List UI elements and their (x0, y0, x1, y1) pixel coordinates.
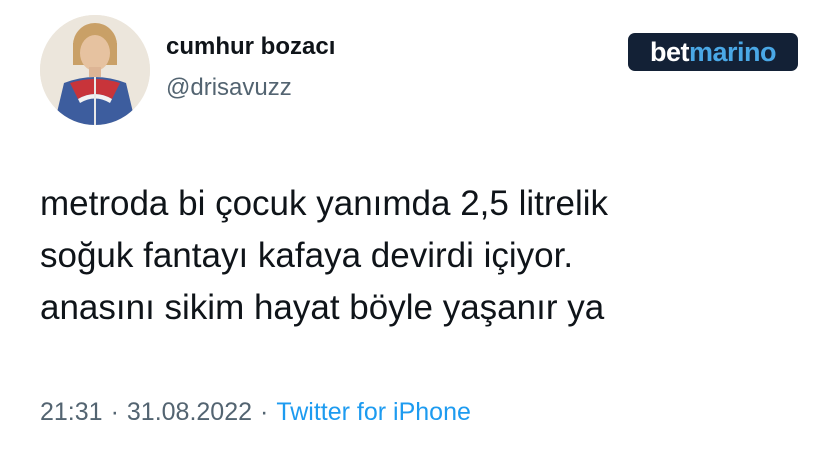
tweet-source-link[interactable]: Twitter for iPhone (276, 398, 471, 426)
profile-photo-icon (40, 15, 150, 125)
tweet-text-line: soğuk fantayı kafaya devirdi içiyor. (40, 236, 574, 275)
tweet-text-line: anasını sikim hayat böyle yaşanır ya (40, 288, 605, 327)
meta-separator: · (260, 398, 269, 426)
tweet-text-line: metroda bi çocuk yanımda 2,5 litrelik (40, 184, 609, 223)
sponsor-logo-text-bet: bet (649, 36, 690, 67)
tweet-text: metroda bi çocuk yanımda 2,5 litrelik so… (40, 178, 800, 334)
tweet-card: cumhur bozacı @drisavuzz bet marino metro… (0, 0, 828, 450)
tweet-meta: 21:31 · 31.08.2022 · Twitter for iPhone (40, 398, 471, 427)
author-handle[interactable]: @drisavuzz (166, 74, 292, 102)
sponsor-logo-text-marino: marino (688, 36, 777, 67)
tweet-date[interactable]: 31.08.2022 (127, 398, 252, 426)
tweet-time[interactable]: 21:31 (40, 398, 103, 426)
author-display-name[interactable]: cumhur bozacı (166, 33, 335, 61)
author-avatar[interactable] (40, 15, 150, 125)
sponsor-logo: bet marino (628, 33, 798, 71)
meta-separator: · (110, 398, 119, 426)
